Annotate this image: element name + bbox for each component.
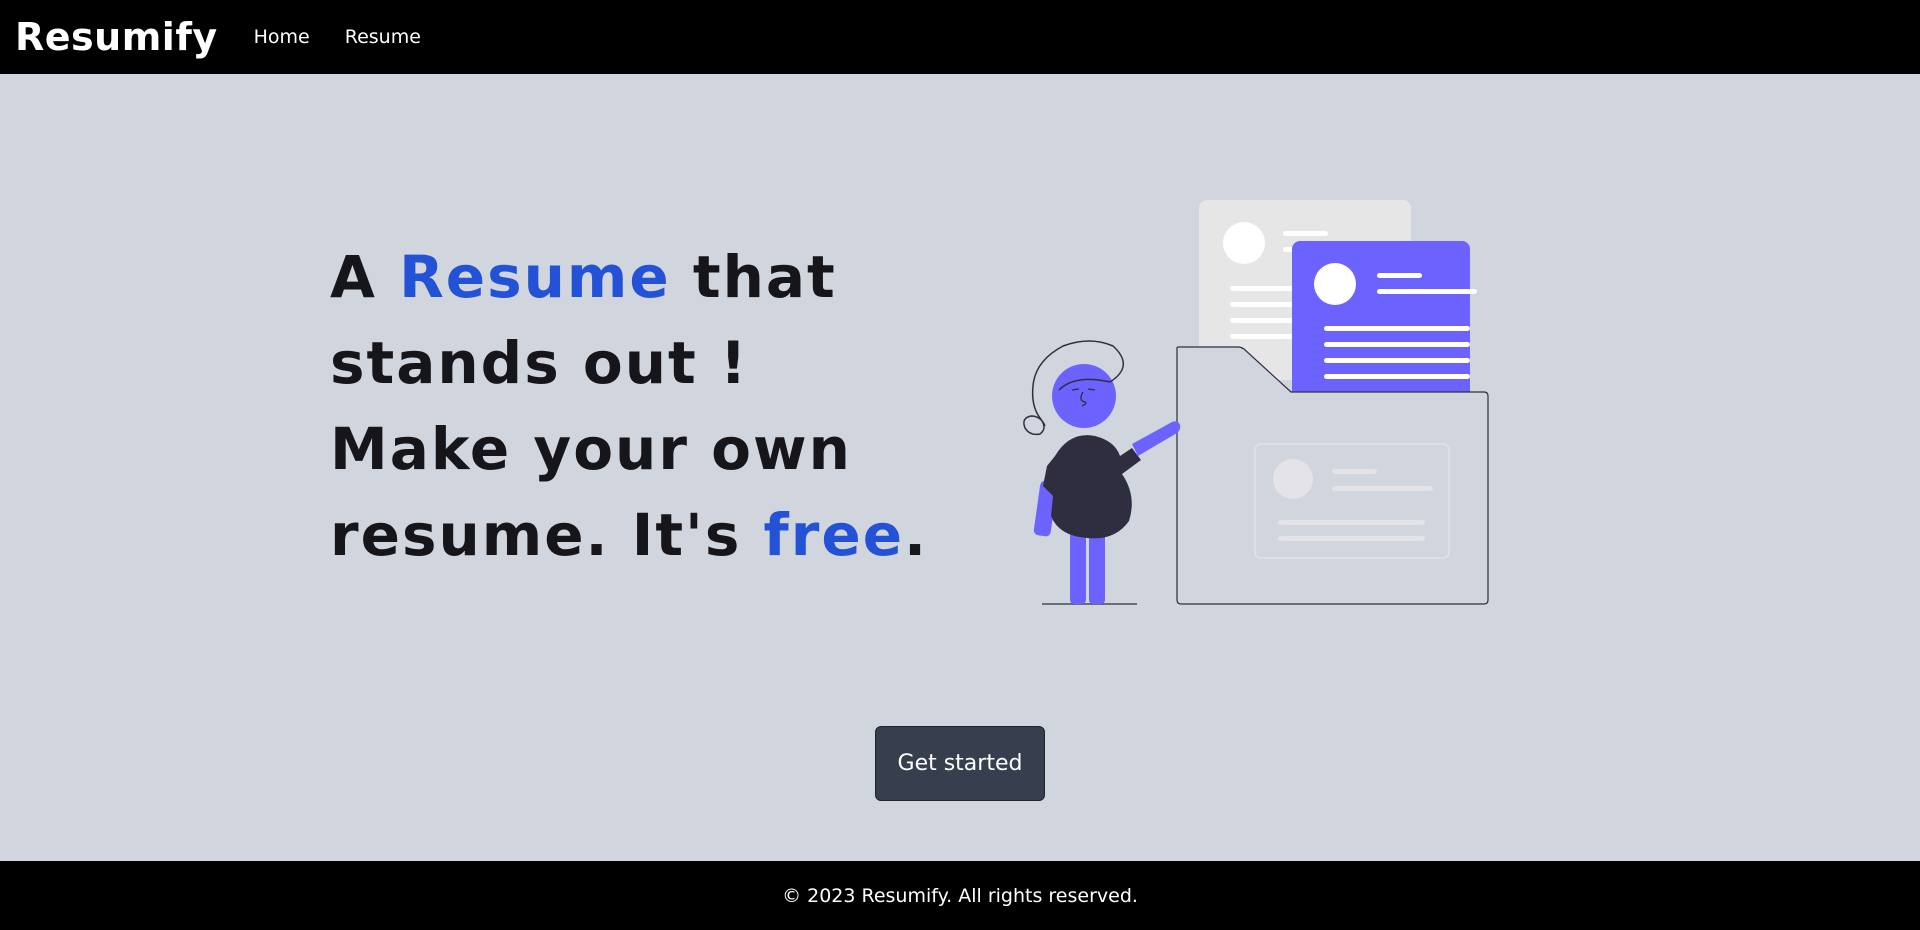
get-started-button[interactable]: Get started — [875, 726, 1045, 801]
back-card-avatar — [1223, 222, 1265, 264]
person-leg — [1070, 531, 1086, 604]
hero-text-part: that — [670, 243, 837, 311]
person-filing-resume-illustration — [1023, 200, 1489, 605]
front-card-avatar — [1314, 263, 1356, 305]
hero-text-part: . — [904, 501, 929, 569]
footer: © 2023 Resumify. All rights reserved. — [0, 861, 1920, 930]
person-arm — [1132, 421, 1181, 456]
hero-text-part: resume. It's — [330, 501, 764, 569]
hero-heading: A Resume that stands out ! Make your own… — [330, 234, 950, 578]
hero-text-part: Make your own — [330, 415, 852, 483]
hero-text-part: A — [330, 243, 400, 311]
footer-copyright: © 2023 Resumify. All rights reserved. — [782, 884, 1138, 907]
nav-link-resume[interactable]: Resume — [345, 26, 421, 48]
hero-accent-resume: Resume — [399, 243, 671, 311]
person-body — [1043, 435, 1141, 539]
person-head — [1052, 364, 1116, 428]
hero-accent-free: free — [763, 501, 905, 569]
navbar: Resumify Home Resume — [0, 0, 1920, 74]
brand-logo[interactable]: Resumify — [15, 15, 218, 59]
person-leg — [1089, 531, 1105, 604]
hero-text-part: stands out ! — [330, 329, 749, 397]
nav-link-home[interactable]: Home — [254, 26, 310, 48]
